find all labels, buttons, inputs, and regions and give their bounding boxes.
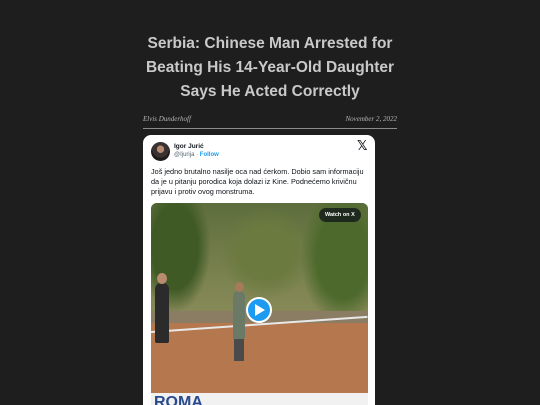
video-person-center-legs	[234, 339, 244, 361]
tweet-video[interactable]: ROMA Watch on X	[151, 203, 368, 405]
tweet-text: Još jedno brutalno nasilje oca nad ćerko…	[151, 167, 364, 196]
article-date: November 2, 2022	[345, 115, 397, 123]
video-person-left-head	[157, 273, 167, 284]
video-banner: ROMA	[151, 393, 368, 405]
play-button[interactable]	[246, 297, 272, 323]
article-title: Serbia: Chinese Man Arrested for Beating…	[145, 35, 395, 100]
x-logo-icon[interactable]: 𝕏	[357, 139, 367, 154]
tweet-author-handle-row: @Ijurija · Follow	[174, 152, 219, 158]
video-person-left	[155, 283, 169, 343]
tweet-author-name[interactable]: Igor Jurić	[174, 143, 204, 150]
play-icon	[254, 304, 265, 316]
article-author[interactable]: Elvis Dunderhoff	[143, 115, 191, 123]
follow-button[interactable]: Follow	[200, 152, 219, 158]
divider	[143, 128, 397, 129]
handle-separator: ·	[196, 152, 199, 158]
watch-on-x-button[interactable]: Watch on X	[319, 208, 361, 222]
embedded-tweet: Igor Jurić @Ijurija · Follow 𝕏 Još jedno…	[143, 135, 375, 405]
avatar[interactable]	[151, 142, 170, 161]
video-person-center	[233, 291, 245, 339]
tweet-handle[interactable]: @Ijurija	[174, 152, 194, 158]
video-person-center-head	[235, 282, 244, 292]
article-meta: Elvis Dunderhoff November 2, 2022	[143, 115, 397, 123]
